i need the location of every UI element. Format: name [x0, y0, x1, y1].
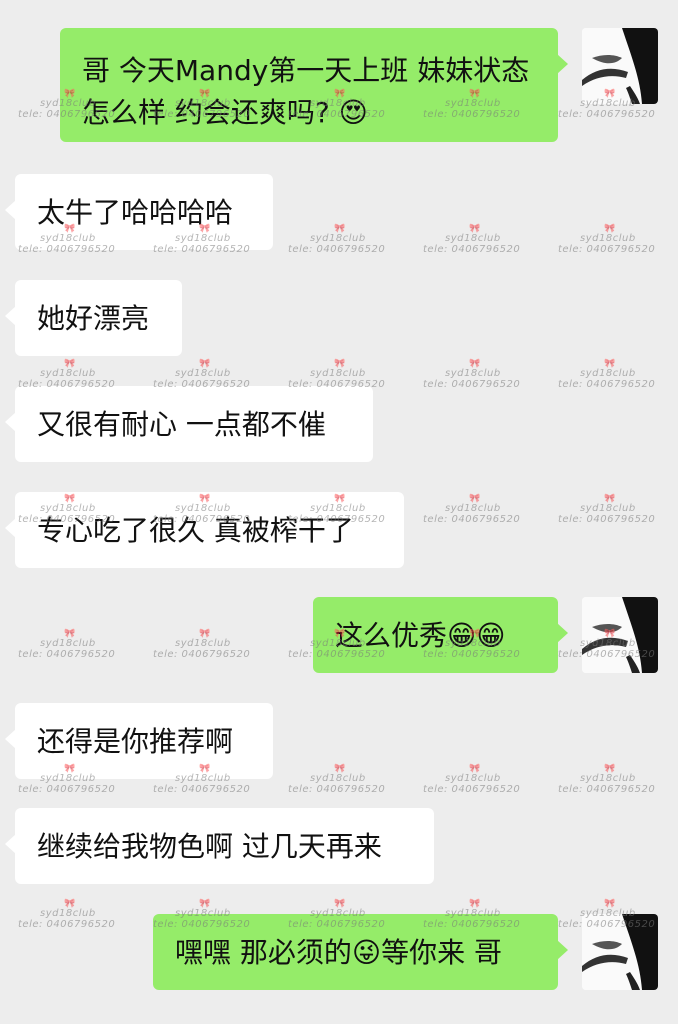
message-bubble-outgoing[interactable]: 嘿嘿 那必须的😜等你来 哥 — [153, 914, 568, 990]
watermark-phone: tele: 0406796520 — [153, 649, 251, 660]
watermark-bow-icon: 🎀 — [604, 899, 616, 909]
watermark-name: syd18club — [580, 773, 636, 784]
watermark: 🎀 syd18club tele: 0406796520 — [288, 764, 386, 796]
watermark: 🎀 syd18club tele: 0406796520 — [423, 494, 521, 526]
watermark-name: syd18club — [175, 368, 231, 379]
watermark-name: syd18club — [310, 368, 366, 379]
watermark-bow-icon: 🎀 — [604, 494, 616, 504]
message-bubble-incoming[interactable]: 又很有耐心 一点都不催 — [5, 386, 373, 462]
watermark-phone: tele: 0406796520 — [288, 784, 386, 795]
message-bubble-outgoing[interactable]: 这么优秀😁😁 — [313, 597, 568, 673]
watermark-phone: tele: 0406796520 — [423, 514, 521, 525]
watermark: 🎀 syd18club tele: 0406796520 — [18, 629, 116, 661]
message-bubble-incoming[interactable]: 她好漂亮 — [5, 280, 182, 356]
watermark-bow-icon: 🎀 — [64, 899, 76, 909]
watermark-name: syd18club — [175, 638, 231, 649]
watermark-phone: tele: 0406796520 — [558, 379, 656, 390]
watermark-bow-icon: 🎀 — [469, 224, 481, 234]
watermark-phone: tele: 0406796520 — [558, 784, 656, 795]
watermark-phone: tele: 0406796520 — [153, 784, 251, 795]
watermark-bow-icon: 🎀 — [604, 764, 616, 774]
watermark-bow-icon: 🎀 — [64, 629, 76, 639]
watermark-name: syd18club — [40, 908, 96, 919]
watermark: 🎀 syd18club tele: 0406796520 — [423, 764, 521, 796]
avatar-image-icon — [582, 28, 658, 104]
watermark-name: syd18club — [580, 368, 636, 379]
message-bubble-incoming[interactable]: 太牛了哈哈哈哈 — [5, 174, 273, 250]
watermark-name: syd18club — [445, 233, 501, 244]
message-bubble-incoming[interactable]: 专心吃了很久 真被榨干了 — [5, 492, 404, 568]
watermark-bow-icon: 🎀 — [199, 629, 211, 639]
watermark-bow-icon: 🎀 — [199, 359, 211, 369]
watermark-bow-icon: 🎀 — [199, 899, 211, 909]
watermark-name: syd18club — [40, 368, 96, 379]
watermark-name: syd18club — [580, 233, 636, 244]
avatar[interactable] — [582, 28, 658, 104]
watermark-phone: tele: 0406796520 — [423, 244, 521, 255]
avatar-image-icon — [582, 597, 658, 673]
watermark-phone: tele: 0406796520 — [18, 784, 116, 795]
watermark-bow-icon: 🎀 — [334, 359, 346, 369]
watermark-phone: tele: 0406796520 — [288, 244, 386, 255]
watermark: 🎀 syd18club tele: 0406796520 — [288, 224, 386, 256]
watermark-phone: tele: 0406796520 — [18, 649, 116, 660]
watermark-name: syd18club — [310, 233, 366, 244]
watermark-phone: tele: 0406796520 — [423, 379, 521, 390]
watermark-bow-icon: 🎀 — [469, 359, 481, 369]
watermark-phone: tele: 0406796520 — [18, 919, 116, 930]
watermark-name: syd18club — [580, 503, 636, 514]
avatar-image-icon — [582, 914, 658, 990]
watermark-bow-icon: 🎀 — [469, 764, 481, 774]
watermark-name: syd18club — [445, 503, 501, 514]
watermark-name: syd18club — [40, 638, 96, 649]
watermark-phone: tele: 0406796520 — [558, 109, 656, 120]
watermark-bow-icon: 🎀 — [604, 224, 616, 234]
watermark: 🎀 syd18club tele: 0406796520 — [18, 899, 116, 931]
avatar[interactable] — [582, 914, 658, 990]
watermark-bow-icon: 🎀 — [334, 224, 346, 234]
watermark-bow-icon: 🎀 — [469, 899, 481, 909]
message-bubble-incoming[interactable]: 还得是你推荐啊 — [5, 703, 273, 779]
watermark-bow-icon: 🎀 — [334, 764, 346, 774]
watermark: 🎀 syd18club tele: 0406796520 — [423, 224, 521, 256]
watermark-bow-icon: 🎀 — [64, 359, 76, 369]
message-bubble-incoming[interactable]: 继续给我物色啊 过几天再来 — [5, 808, 434, 884]
watermark-phone: tele: 0406796520 — [558, 514, 656, 525]
watermark-bow-icon: 🎀 — [334, 899, 346, 909]
watermark: 🎀 syd18club tele: 0406796520 — [153, 629, 251, 661]
watermark-bow-icon: 🎀 — [469, 494, 481, 504]
watermark: 🎀 syd18club tele: 0406796520 — [558, 764, 656, 796]
watermark-phone: tele: 0406796520 — [423, 784, 521, 795]
watermark-phone: tele: 0406796520 — [558, 244, 656, 255]
watermark: 🎀 syd18club tele: 0406796520 — [558, 224, 656, 256]
watermark-name: syd18club — [310, 773, 366, 784]
watermark: 🎀 syd18club tele: 0406796520 — [423, 359, 521, 391]
watermark: 🎀 syd18club tele: 0406796520 — [558, 494, 656, 526]
message-bubble-outgoing[interactable]: 哥 今天Mandy第一天上班 妹妹状态怎么样 约会还爽吗? 😍 — [60, 28, 568, 142]
watermark-name: syd18club — [445, 773, 501, 784]
watermark-bow-icon: 🎀 — [604, 359, 616, 369]
watermark-name: syd18club — [445, 368, 501, 379]
watermark: 🎀 syd18club tele: 0406796520 — [558, 359, 656, 391]
avatar[interactable] — [582, 597, 658, 673]
